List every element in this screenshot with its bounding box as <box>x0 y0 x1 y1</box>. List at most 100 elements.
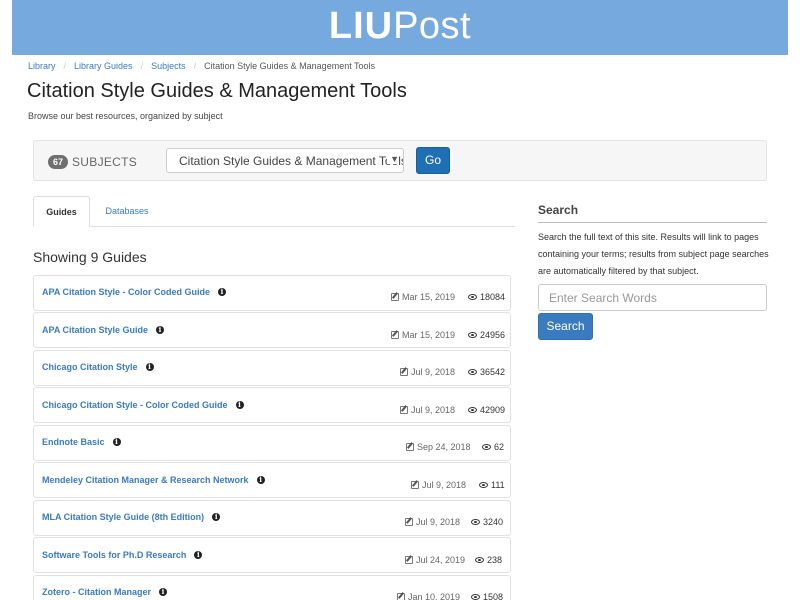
guide-views: 1508 <box>483 592 504 600</box>
guide-date: Jul 9, 2018 <box>422 480 467 490</box>
info-icon[interactable]: i <box>145 363 154 371</box>
logo-part-liu: LIU <box>328 5 394 47</box>
guide-link[interactable]: Endnote Basic i <box>42 437 121 447</box>
guide-title: Zotero - Citation Manager <box>42 587 152 597</box>
tab-databases[interactable]: Databases <box>95 196 159 227</box>
guide-view-count: 62 <box>482 442 504 452</box>
breadcrumb: Library / Library Guides / Subjects / Citation… <box>28 61 375 71</box>
search-button[interactable]: Search <box>538 313 593 340</box>
breadcrumb-current: Citation Style Guides & Management Tools <box>204 61 376 71</box>
guide-title: Mendeley Citation Manager & Research Net… <box>42 475 249 485</box>
guide-row: Chicago Citation Style - Color Coded Gui… <box>33 387 511 423</box>
breadcrumb-library[interactable]: Library <box>28 61 56 71</box>
guide-link[interactable]: MLA Citation Style Guide (8th Edition) i <box>42 512 221 522</box>
info-icon[interactable]: i <box>159 588 168 596</box>
guide-views: 36542 <box>480 367 506 377</box>
guide-view-count: 24956 <box>468 330 505 340</box>
guide-link[interactable]: Mendeley Citation Manager & Research Net… <box>42 475 265 485</box>
edit-icon <box>411 481 419 489</box>
content-tabs: Guides Databases <box>33 196 515 227</box>
guide-title: MLA Citation Style Guide (8th Edition) <box>42 512 205 522</box>
info-icon[interactable]: i <box>156 326 165 334</box>
guide-title: Endnote Basic <box>42 437 105 447</box>
eye-icon <box>468 332 477 338</box>
subject-select[interactable]: Citation Style Guides & Management Tools… <box>166 148 404 173</box>
guide-updated-date: Jul 9, 2018 <box>405 517 460 527</box>
info-icon[interactable]: i <box>194 551 203 559</box>
breadcrumb-library-guides[interactable]: Library Guides <box>74 61 133 71</box>
guide-row: Software Tools for Ph.D Research i Jul 24… <box>33 537 511 573</box>
info-icon[interactable]: i <box>112 438 121 446</box>
breadcrumb-separator: / <box>63 61 67 71</box>
edit-icon <box>400 406 408 414</box>
edit-icon <box>400 368 408 376</box>
guide-row: APA Citation Style - Color Coded Guide i … <box>33 275 511 311</box>
guide-date: Jul 9, 2018 <box>411 405 456 415</box>
search-input[interactable] <box>538 284 767 311</box>
guide-views: 62 <box>494 442 505 452</box>
edit-icon <box>405 556 413 564</box>
info-icon[interactable]: i <box>218 288 227 296</box>
guide-updated-date: Jul 9, 2018 <box>411 480 466 490</box>
subject-count-badge: 67 <box>48 155 69 169</box>
guide-updated-date: Sep 24, 2018 <box>406 442 471 452</box>
breadcrumb-separator: / <box>193 61 197 71</box>
guide-link[interactable]: Chicago Citation Style i <box>42 362 154 372</box>
guide-title: APA Citation Style - Color Coded Guide <box>42 287 211 297</box>
eye-icon <box>468 407 477 413</box>
guide-view-count: 42909 <box>468 405 505 415</box>
guide-updated-date: Mar 15, 2019 <box>391 292 455 302</box>
edit-icon <box>391 331 399 339</box>
guide-title: Chicago Citation Style <box>42 362 138 372</box>
subjects-label: SUBJECTS <box>72 155 138 169</box>
guide-link[interactable]: APA Citation Style Guide i <box>42 325 165 335</box>
liu-post-logo[interactable]: LIUPost <box>12 3 788 49</box>
eye-icon <box>468 294 477 300</box>
go-button[interactable]: Go <box>416 147 450 174</box>
guide-row: APA Citation Style Guide i Mar 15, 2019 2… <box>33 312 511 348</box>
page-title: Citation Style Guides & Management Tools <box>27 80 407 102</box>
guide-row: Chicago Citation Style i Jul 9, 2018 3654… <box>33 350 511 386</box>
breadcrumb-subjects[interactable]: Subjects <box>151 61 186 71</box>
chevron-down-icon: ▼ <box>387 154 399 164</box>
guide-date: Sep 24, 2018 <box>417 442 471 452</box>
guide-date: Mar 15, 2019 <box>402 330 456 340</box>
edit-icon <box>405 518 413 526</box>
logo-part-post: Post <box>393 5 472 47</box>
guide-views: 111 <box>491 480 505 490</box>
guide-view-count: 1508 <box>471 592 503 600</box>
guide-date: Jul 9, 2018 <box>411 367 456 377</box>
tab-guides[interactable]: Guides <box>33 196 90 227</box>
guide-title: APA Citation Style Guide <box>42 325 149 335</box>
guide-row: Mendeley Citation Manager & Research Net… <box>33 462 511 498</box>
subject-select-value: Citation Style Guides & Management Tools <box>179 154 404 168</box>
guide-view-count: 111 <box>479 480 505 490</box>
search-heading: Search <box>538 203 579 217</box>
guide-date: Jul 24, 2019 <box>416 555 466 565</box>
guides-count-heading: Showing 9 Guides <box>33 249 147 265</box>
edit-icon <box>406 443 414 451</box>
guide-updated-date: Jul 9, 2018 <box>400 405 455 415</box>
guide-link[interactable]: APA Citation Style - Color Coded Guide i <box>42 287 227 297</box>
eye-icon <box>468 369 477 375</box>
subject-selector-bar: 67 SUBJECTS Citation Style Guides & Mana… <box>33 140 767 181</box>
edit-icon <box>391 293 399 301</box>
guide-views: 3240 <box>483 517 504 527</box>
guide-updated-date: Jan 10, 2019 <box>397 592 460 600</box>
eye-icon <box>479 482 488 488</box>
guide-link[interactable]: Software Tools for Ph.D Research i <box>42 550 203 560</box>
guide-views: 42909 <box>480 405 506 415</box>
guide-date: Jan 10, 2019 <box>408 592 461 600</box>
guide-view-count: 36542 <box>468 367 505 377</box>
info-icon[interactable]: i <box>256 476 265 484</box>
guide-view-count: 3240 <box>471 517 503 527</box>
guide-link[interactable]: Chicago Citation Style - Color Coded Gui… <box>42 400 244 410</box>
search-divider <box>538 222 767 223</box>
edit-icon <box>397 593 405 600</box>
guide-view-count: 238 <box>475 555 502 565</box>
guide-link[interactable]: Zotero - Citation Manager i <box>42 587 168 597</box>
info-icon[interactable]: i <box>212 513 221 521</box>
breadcrumb-separator: / <box>140 61 144 71</box>
guide-updated-date: Jul 9, 2018 <box>400 367 455 377</box>
info-icon[interactable]: i <box>235 401 244 409</box>
